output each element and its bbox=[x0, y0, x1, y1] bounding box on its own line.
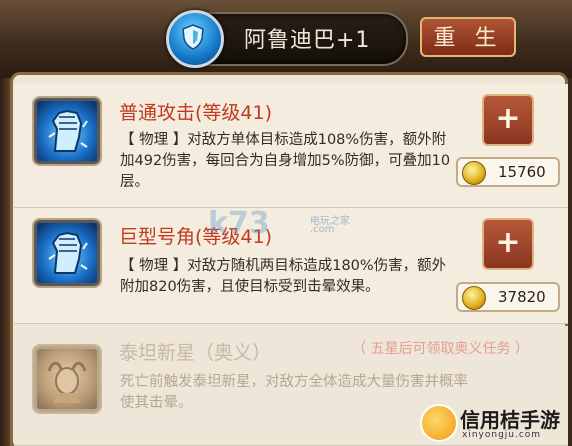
brand-name: 信用桔手游 bbox=[460, 408, 560, 432]
skill-title: 泰坦新星（奥义） bbox=[119, 342, 272, 364]
skill-title: 普通攻击(等级41) bbox=[119, 102, 273, 124]
skill-description: 【 物理 】对敌方单体目标造成108%伤害，额外附加492伤害，每回合为自身增加… bbox=[120, 132, 451, 190]
upgrade-cost: 15760 bbox=[456, 157, 560, 187]
hero-name: 阿鲁迪巴+1 bbox=[244, 28, 371, 53]
unlock-hint: （ 五星后可领取奥义任务 ） bbox=[352, 341, 529, 357]
orange-logo-icon bbox=[420, 404, 458, 442]
gold-coin-icon bbox=[462, 161, 486, 185]
fist-icon bbox=[48, 109, 88, 152]
rebirth-button[interactable]: 重 生 bbox=[420, 17, 516, 57]
hero-class-badge bbox=[166, 10, 224, 68]
cost-value: 15760 bbox=[498, 163, 546, 181]
gold-coin-icon bbox=[462, 286, 486, 310]
brand-url: xinyongju.com bbox=[462, 430, 542, 440]
upgrade-button[interactable]: + bbox=[482, 94, 534, 146]
brand-watermark: 信用桔手游 xinyongju.com bbox=[420, 402, 570, 446]
titan-portrait-icon bbox=[47, 361, 87, 403]
skill-description: 【 物理 】对敌方随机两目标造成180%伤害，额外附加820伤害，且使目标受到击… bbox=[120, 258, 447, 295]
upgrade-cost: 37820 bbox=[456, 282, 560, 312]
fist-icon bbox=[48, 231, 88, 274]
upgrade-button[interactable]: + bbox=[482, 218, 534, 270]
k73-watermark-url: .com bbox=[310, 224, 335, 235]
shield-icon bbox=[182, 24, 204, 50]
side-frame bbox=[0, 78, 10, 446]
skill-icon-titan-nova[interactable] bbox=[34, 346, 100, 412]
skill-icon-giant-horn[interactable] bbox=[34, 220, 100, 286]
k73-watermark: k73 bbox=[208, 206, 270, 241]
skill-icon-normal-attack[interactable] bbox=[34, 98, 100, 164]
cost-value: 37820 bbox=[498, 288, 546, 306]
